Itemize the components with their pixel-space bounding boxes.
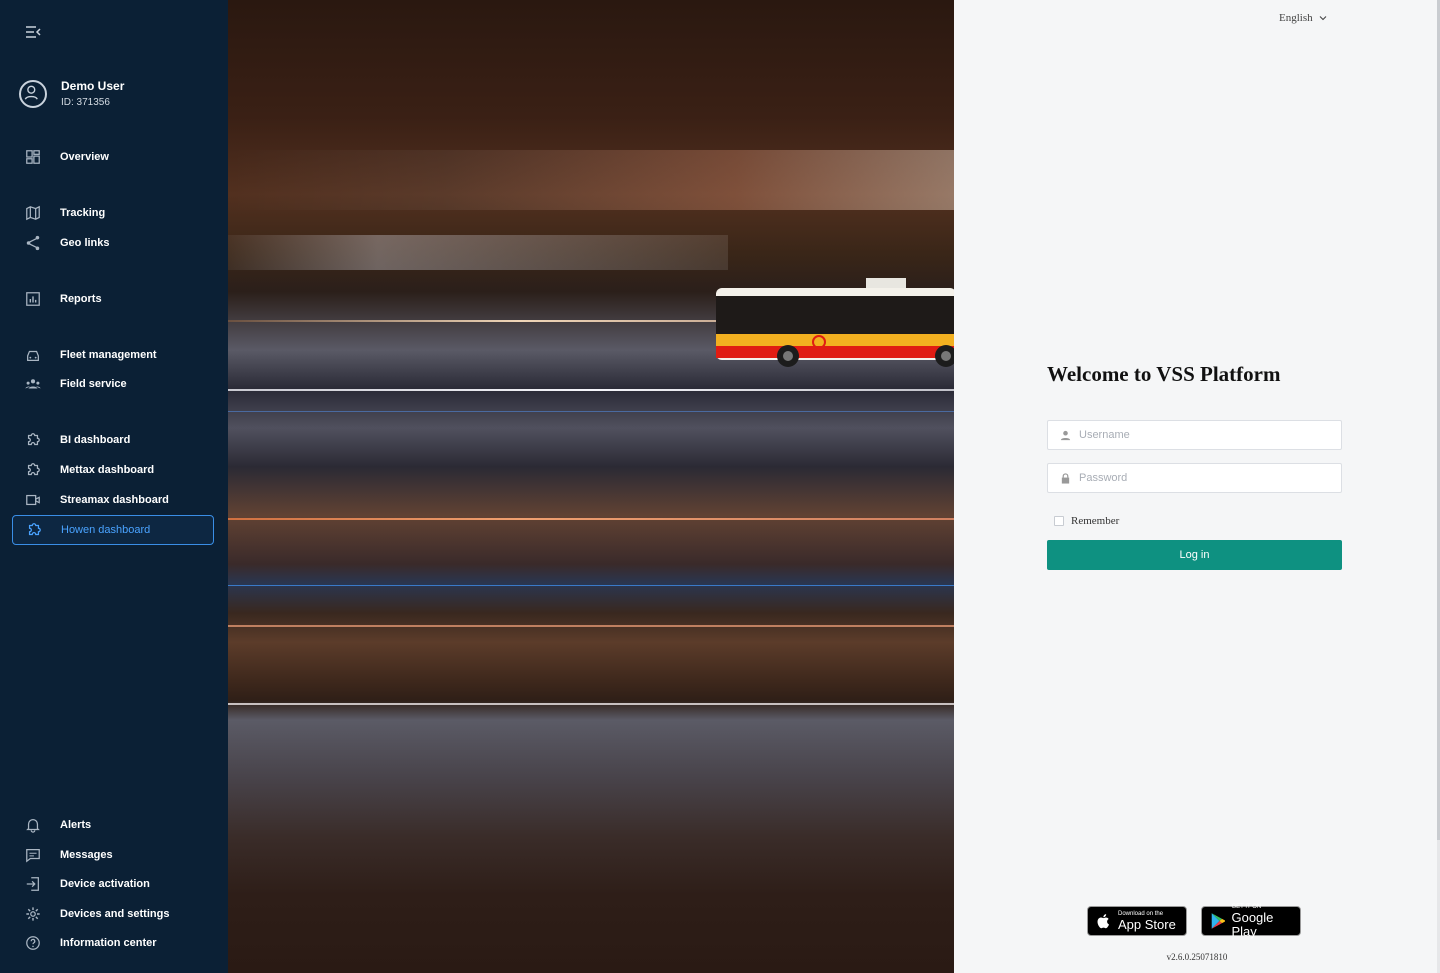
hero-bus-image [228, 0, 954, 973]
bell-icon [24, 816, 42, 834]
nav-item-messages[interactable]: Messages [12, 840, 214, 870]
user-name: Demo User [61, 79, 125, 93]
user-id: ID: 371356 [61, 97, 110, 108]
car-icon [24, 346, 42, 364]
remember-checkbox[interactable]: Remember [1047, 515, 1119, 527]
nav-item-overview[interactable]: Overview [12, 142, 214, 172]
nav-item-reports[interactable]: Reports [12, 284, 214, 314]
message-icon [24, 846, 42, 864]
nav-item-alerts[interactable]: Alerts [12, 810, 214, 840]
login-panel: English Welcome to VSS Platform Remember… [954, 0, 1440, 973]
nav-item-geo-links[interactable]: Geo links [12, 228, 214, 258]
nav-item-devices-and-settings[interactable]: Devices and settings [12, 899, 214, 929]
chevron-down-icon [1319, 16, 1327, 21]
help-circle-icon [24, 934, 42, 952]
version-label: v2.6.0.25071810 [1166, 952, 1228, 962]
nav-label: Devices and settings [60, 908, 170, 920]
checkbox-box[interactable] [1054, 516, 1064, 526]
nav-label: Streamax dashboard [60, 494, 169, 506]
avatar-icon [19, 79, 47, 108]
nav-label: Geo links [60, 237, 110, 249]
google-play-badge[interactable]: GET IT ON Google Play [1201, 904, 1301, 939]
user-profile[interactable]: Demo User ID: 371356 [19, 79, 124, 108]
remember-label: Remember [1071, 515, 1120, 527]
nav-label: Information center [60, 937, 157, 949]
nav-label: Reports [60, 293, 102, 305]
share-icon [24, 234, 42, 252]
nav-label: BI dashboard [60, 434, 131, 446]
gear-icon [24, 905, 42, 923]
device-login-icon [24, 875, 42, 893]
nav-item-streamax-dashboard[interactable]: Streamax dashboard [12, 485, 214, 515]
username-field[interactable] [1047, 420, 1342, 450]
dashboard-grid-icon [24, 148, 42, 166]
password-field[interactable] [1047, 463, 1342, 493]
login-button[interactable]: Log in [1047, 540, 1342, 570]
nav-label: Howen dashboard [61, 524, 151, 536]
collapse-menu-icon[interactable] [24, 23, 42, 41]
nav-item-tracking[interactable]: Tracking [12, 198, 214, 228]
apple-icon [1097, 914, 1109, 929]
map-icon [24, 204, 42, 222]
google-play-big-text: Google Play [1231, 909, 1274, 939]
nav-label: Messages [60, 849, 113, 861]
username-input[interactable] [1079, 429, 1329, 441]
people-icon [24, 375, 42, 393]
app-store-badge[interactable]: Download on the App Store [1087, 906, 1187, 936]
bus-illustration [716, 278, 956, 367]
lock-icon [1059, 472, 1071, 484]
nav-label: Mettax dashboard [60, 464, 155, 476]
user-icon [1059, 429, 1071, 441]
nav-label: Alerts [60, 819, 92, 831]
language-selector[interactable]: English [1279, 12, 1327, 24]
nav-item-fleet-management[interactable]: Fleet management [12, 340, 214, 370]
nav-item-bi-dashboard[interactable]: BI dashboard [12, 425, 214, 455]
video-camera-icon [24, 491, 42, 509]
nav-label: Fleet management [60, 349, 157, 361]
nav-label: Field service [60, 378, 127, 390]
nav-label: Overview [60, 151, 109, 163]
password-input[interactable] [1079, 472, 1329, 484]
sidebar: Demo User ID: 371356 Overview Tracking G… [0, 0, 228, 973]
puzzle-icon [25, 521, 43, 539]
nav-item-device-activation[interactable]: Device activation [12, 869, 214, 899]
nav-item-howen-dashboard[interactable]: Howen dashboard [12, 515, 214, 545]
google-play-icon [1211, 913, 1226, 929]
app-store-big-text: App Store [1118, 916, 1176, 932]
puzzle-icon [24, 461, 42, 479]
nav-item-field-service[interactable]: Field service [12, 369, 214, 399]
page-title: Welcome to VSS Platform [1047, 362, 1281, 386]
nav-item-information-center[interactable]: Information center [12, 928, 214, 958]
nav-item-mettax-dashboard[interactable]: Mettax dashboard [12, 455, 214, 485]
bar-chart-icon [24, 290, 42, 308]
nav-label: Tracking [60, 207, 106, 219]
language-label: English [1279, 12, 1313, 24]
puzzle-icon [24, 431, 42, 449]
nav-label: Device activation [60, 878, 150, 890]
